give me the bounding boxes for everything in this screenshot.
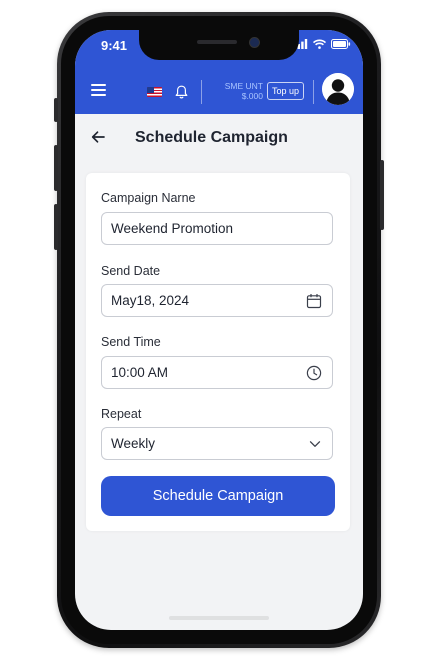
phone-notch — [139, 30, 299, 60]
menu-icon[interactable] — [91, 84, 106, 96]
back-arrow-icon[interactable] — [91, 130, 105, 144]
campaign-name-value: Weekend Promotion — [111, 221, 234, 236]
page-title: Schedule Campaign — [135, 129, 288, 146]
repeat-select[interactable]: Weekly — [101, 427, 333, 460]
battery-icon — [331, 39, 351, 49]
page-header: Schedule Campaign — [75, 114, 363, 164]
power-button — [380, 160, 384, 230]
balance-value: $.000 — [241, 91, 263, 101]
campaign-name-label: Campaign Narne — [101, 191, 196, 205]
schedule-campaign-button[interactable]: Schedule Campaign — [101, 476, 335, 516]
silent-switch — [54, 98, 58, 122]
avatar[interactable] — [322, 73, 354, 105]
balance-display: SME UNT $.000 — [209, 81, 263, 101]
send-time-value: 10:00 AM — [111, 365, 169, 380]
top-up-button[interactable]: Top up — [267, 82, 305, 100]
balance-label: SME UNT — [224, 81, 263, 91]
front-camera — [249, 37, 260, 48]
user-avatar-icon — [322, 73, 354, 105]
phone-screen: 9:41 SME UNT $.000 Top up Schedule Campa… — [75, 30, 363, 630]
repeat-value: Weekly — [111, 436, 156, 451]
chevron-down-icon[interactable] — [308, 437, 322, 451]
campaign-name-input[interactable]: Weekend Promotion — [101, 212, 333, 245]
schedule-form-card: Campaign Narne Weekend Promotion Send Da… — [86, 173, 350, 531]
calendar-icon[interactable] — [306, 293, 322, 309]
send-date-label: Send Date — [101, 264, 161, 278]
volume-up-button — [54, 145, 58, 191]
status-icons — [294, 39, 351, 49]
phone-frame: 9:41 SME UNT $.000 Top up Schedule Campa… — [57, 12, 381, 648]
bell-icon[interactable] — [175, 85, 188, 99]
repeat-label: Repeat — [101, 407, 142, 421]
us-flag-icon[interactable] — [147, 87, 162, 97]
app-toolbar: SME UNT $.000 Top up — [75, 70, 363, 114]
send-time-label: Send Time — [101, 335, 161, 349]
speaker-grille — [197, 40, 237, 44]
volume-down-button — [54, 204, 58, 250]
toolbar-divider — [313, 80, 314, 104]
send-time-input[interactable]: 10:00 AM — [101, 356, 333, 389]
clock-icon[interactable] — [306, 365, 322, 381]
send-date-value: May18, 2024 — [111, 293, 190, 308]
wifi-icon — [313, 39, 326, 49]
toolbar-divider — [201, 80, 202, 104]
status-time: 9:41 — [101, 38, 128, 53]
home-indicator — [169, 616, 269, 620]
send-date-input[interactable]: May18, 2024 — [101, 284, 333, 317]
